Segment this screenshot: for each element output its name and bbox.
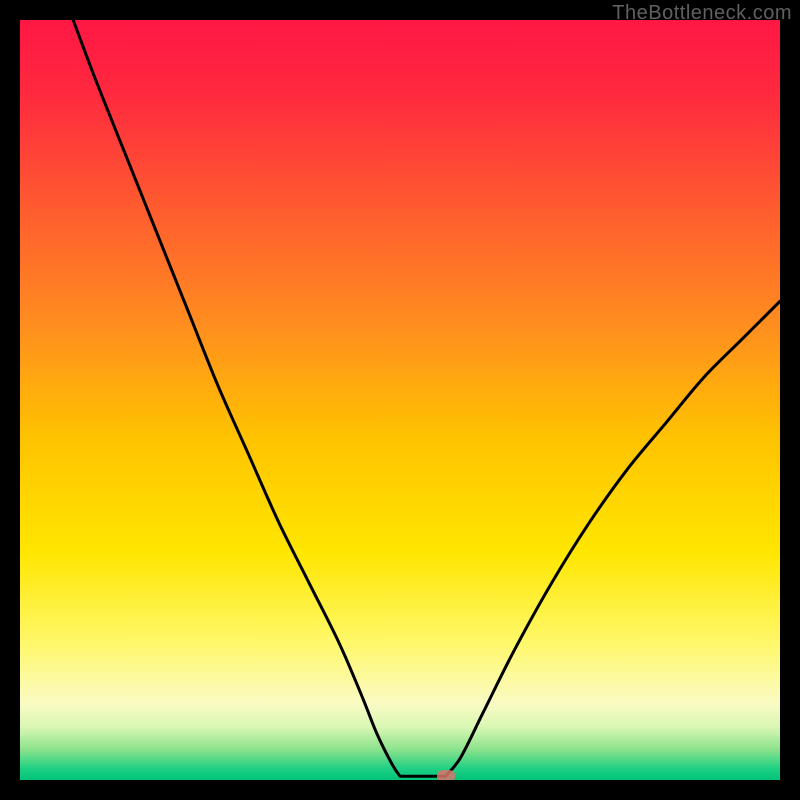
watermark-text: TheBottleneck.com [612,2,792,25]
optimal-marker [437,770,455,780]
plot-area [20,20,780,780]
chart-frame: TheBottleneck.com [0,0,800,800]
background-gradient [20,20,780,780]
